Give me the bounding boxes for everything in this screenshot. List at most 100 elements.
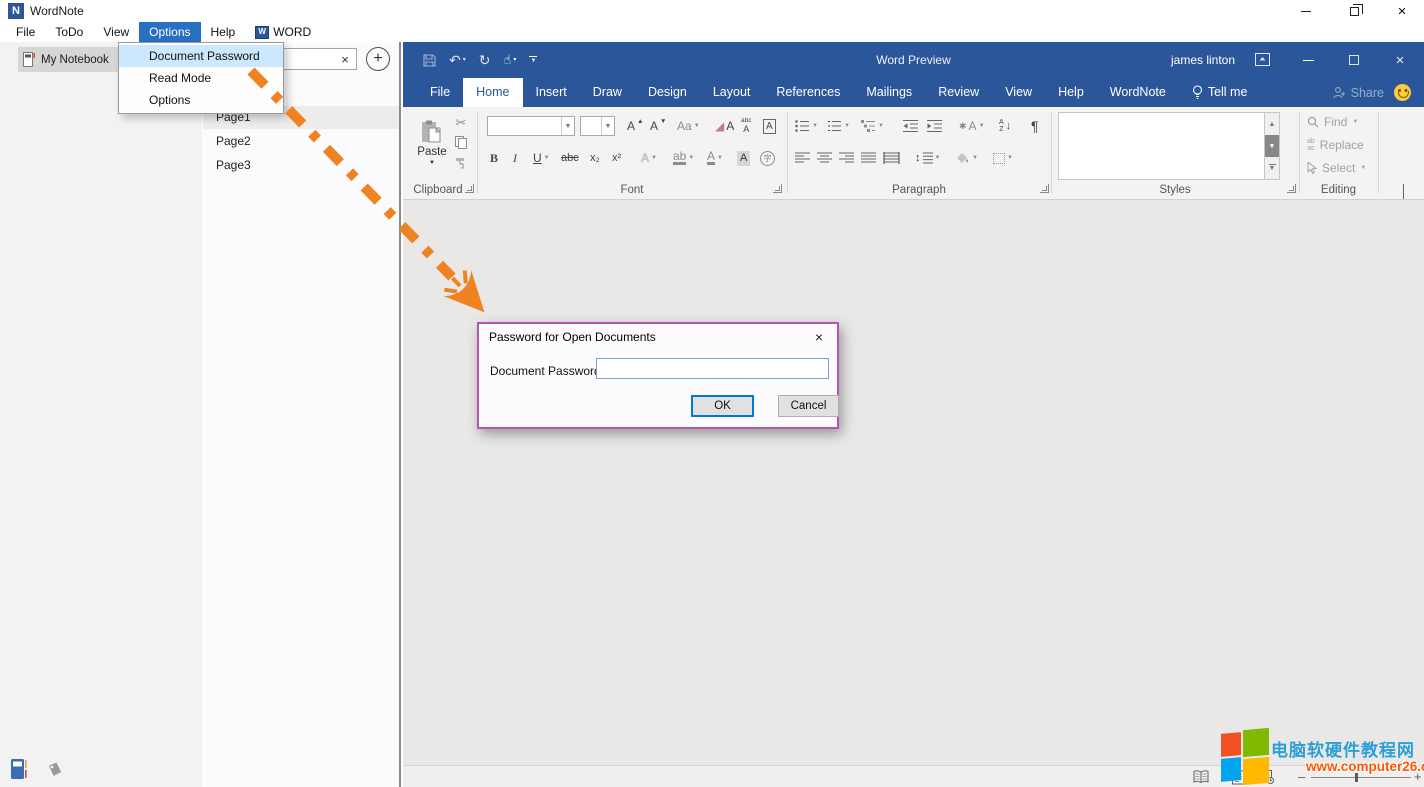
multilevel-list-button[interactable]: ▼ (861, 116, 884, 136)
italic-button[interactable]: I (513, 148, 517, 168)
select-button[interactable]: Select▼ (1307, 161, 1366, 175)
page-list-item-page2[interactable]: Page2 (203, 130, 399, 153)
tab-view[interactable]: View (992, 78, 1045, 107)
highlight-color-button[interactable]: ab▼ (673, 148, 694, 168)
text-effects-button[interactable]: A▼ (641, 148, 657, 168)
tab-design[interactable]: Design (635, 78, 700, 107)
font-dialog-launcher[interactable] (773, 184, 782, 193)
cancel-button[interactable]: Cancel (778, 395, 839, 417)
shrink-font-button[interactable]: A▼ (650, 116, 666, 136)
font-size-input[interactable] (581, 117, 601, 135)
tab-tell-me[interactable]: Tell me (1179, 78, 1261, 107)
tags-icon[interactable] (46, 761, 64, 779)
menu-item-options[interactable]: Options (119, 89, 283, 111)
redo-icon[interactable]: ↻ (479, 52, 491, 69)
change-case-button[interactable]: Aa▼ (677, 116, 700, 136)
menu-item-read-mode[interactable]: Read Mode (119, 67, 283, 89)
document-area[interactable] (403, 200, 1424, 765)
bold-button[interactable]: B (490, 148, 498, 168)
tab-references[interactable]: References (763, 78, 853, 107)
close-button[interactable]: × (1384, 0, 1420, 22)
tab-help[interactable]: Help (1045, 78, 1097, 107)
minimize-button[interactable] (1288, 0, 1324, 22)
character-shading-button[interactable]: A (737, 148, 750, 168)
align-center-button[interactable] (817, 148, 832, 168)
font-name-input[interactable] (488, 117, 561, 135)
tab-file[interactable]: File (417, 78, 463, 107)
tab-review[interactable]: Review (925, 78, 992, 107)
show-formatting-marks-button[interactable]: ¶ (1031, 116, 1039, 136)
clipboard-dialog-launcher[interactable] (465, 184, 474, 193)
menu-view[interactable]: View (93, 22, 139, 42)
subscript-button[interactable]: x₂ (590, 148, 600, 168)
cut-icon[interactable]: ✂ (451, 113, 471, 132)
tab-layout[interactable]: Layout (700, 78, 764, 107)
styles-scroll-down-icon[interactable]: ▼ (1265, 135, 1279, 157)
shading-button[interactable]: ▼ (955, 148, 978, 168)
justify-button[interactable] (861, 148, 876, 168)
restore-button[interactable] (1336, 0, 1372, 22)
zoom-slider-track[interactable] (1311, 777, 1411, 778)
find-button[interactable]: Find▼ (1307, 115, 1358, 129)
styles-gallery-scrollbar[interactable]: ▲ ▼ ▼ (1264, 113, 1279, 179)
undo-icon[interactable]: ↶▾ (449, 52, 466, 69)
notebook-item[interactable]: My Notebook (18, 47, 128, 72)
enclose-characters-button[interactable]: 字 (760, 148, 775, 168)
ok-button[interactable]: OK (691, 395, 754, 417)
dialog-close-icon[interactable]: × (807, 327, 831, 347)
font-size-dropdown-icon[interactable]: ▼ (601, 117, 614, 135)
paragraph-dialog-launcher[interactable] (1040, 184, 1049, 193)
save-icon[interactable] (423, 54, 436, 67)
read-mode-icon[interactable] (1193, 770, 1209, 784)
phonetic-guide-icon[interactable]: abcA (741, 116, 751, 136)
clear-formatting-icon[interactable]: ◢A (715, 116, 734, 136)
menu-item-document-password[interactable]: Document Password (119, 45, 283, 67)
superscript-button[interactable]: x² (612, 148, 621, 168)
tab-wordnote[interactable]: WordNote (1097, 78, 1179, 107)
page-list-item-page3[interactable]: Page3 (203, 154, 399, 177)
asian-layout-button[interactable]: ✱A▼ (959, 116, 985, 136)
styles-more-icon[interactable]: ▼ (1265, 157, 1279, 179)
strikethrough-button[interactable]: abc (561, 148, 579, 168)
font-name-combo[interactable]: ▼ (487, 116, 575, 136)
zoom-in-button[interactable]: + (1414, 766, 1422, 787)
distribute-button[interactable] (883, 148, 900, 168)
user-name[interactable]: james linton (1171, 42, 1235, 78)
share-button[interactable]: Share (1323, 78, 1394, 107)
ribbon-display-options-icon[interactable] (1255, 53, 1270, 66)
font-color-button[interactable]: A▼ (707, 148, 723, 168)
menu-help[interactable]: Help (201, 22, 246, 42)
bullets-button[interactable]: ▼ (795, 116, 818, 136)
word-maximize-button[interactable] (1333, 42, 1375, 78)
collapse-ribbon-icon[interactable] (1403, 185, 1404, 199)
menu-todo[interactable]: ToDo (45, 22, 93, 42)
align-left-button[interactable] (795, 148, 810, 168)
sort-button[interactable]: AZ↓ (999, 116, 1011, 136)
add-page-button[interactable]: + (366, 47, 390, 71)
word-minimize-button[interactable] (1287, 42, 1329, 78)
zoom-out-button[interactable]: – (1298, 766, 1305, 787)
document-password-input[interactable] (596, 358, 829, 379)
tab-draw[interactable]: Draw (580, 78, 635, 107)
increase-indent-button[interactable] (927, 116, 942, 136)
decrease-indent-button[interactable] (903, 116, 918, 136)
styles-scroll-up-icon[interactable]: ▲ (1265, 113, 1279, 135)
customize-qat-icon[interactable]: ▼ (529, 56, 537, 64)
replace-button[interactable]: abac Replace (1307, 138, 1364, 152)
tab-home[interactable]: Home (463, 78, 522, 107)
font-name-dropdown-icon[interactable]: ▼ (561, 117, 574, 135)
styles-gallery[interactable]: ▲ ▼ ▼ (1058, 112, 1280, 180)
paste-button[interactable]: Paste ▼ (413, 111, 451, 175)
print-layout-icon[interactable] (1231, 770, 1245, 785)
tab-insert[interactable]: Insert (523, 78, 580, 107)
search-clear-icon[interactable]: × (334, 52, 356, 67)
notebooks-icon[interactable] (10, 758, 30, 780)
character-border-icon[interactable]: A (763, 116, 776, 136)
underline-button[interactable]: U▼ (533, 148, 550, 168)
numbering-button[interactable]: ▼ (827, 116, 850, 136)
menu-file[interactable]: File (6, 22, 45, 42)
copy-icon[interactable] (451, 133, 471, 152)
format-painter-icon[interactable] (451, 153, 471, 172)
grow-font-button[interactable]: A▲ (627, 116, 643, 136)
web-layout-icon[interactable] (1259, 770, 1274, 784)
